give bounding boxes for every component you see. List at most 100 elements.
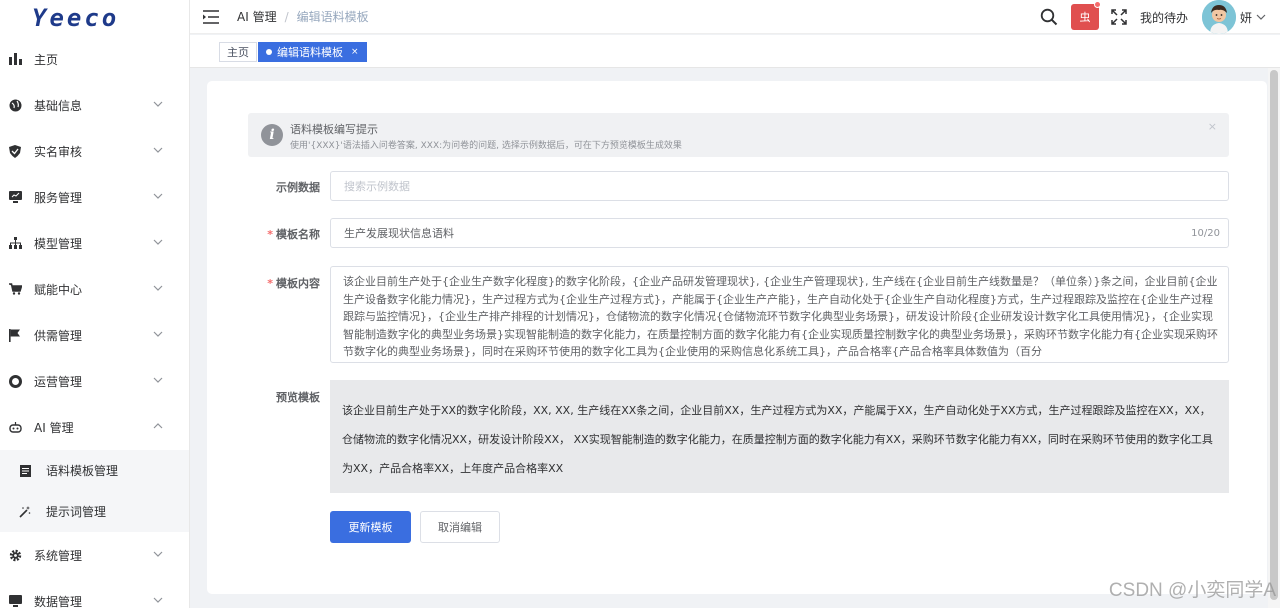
shield-icon	[8, 144, 22, 158]
sidebar-item-label: 系统管理	[34, 548, 83, 563]
placeholder-text: 搜索示例数据	[344, 180, 410, 193]
monitor-icon	[8, 190, 22, 204]
sidebar-item-ai[interactable]: AI 管理	[0, 404, 189, 450]
tag-label: 编辑语料模板	[277, 46, 343, 59]
cart-icon	[8, 282, 22, 296]
template-name-input[interactable]: 生产发展现状信息语料 10/20	[330, 218, 1229, 248]
example-data-search-input[interactable]: 搜索示例数据	[330, 171, 1229, 201]
sidebar-item-label: 主页	[34, 52, 59, 67]
flag-icon	[8, 328, 22, 342]
sidebar-item-label: 基础信息	[34, 98, 83, 113]
tag-edit-corpus-template[interactable]: 编辑语料模板 ×	[258, 42, 367, 62]
breadcrumb-separator: /	[284, 9, 289, 24]
page-scrollbar[interactable]	[1268, 68, 1280, 608]
tags-view: 主页 编辑语料模板 ×	[190, 35, 1280, 68]
sidebar-item-label: 服务管理	[34, 190, 83, 205]
required-mark: *	[267, 228, 273, 241]
label-text: 模板名称	[276, 228, 320, 241]
document-icon	[18, 464, 32, 478]
chevron-up-icon	[153, 423, 163, 429]
sidebar-item-home[interactable]: 主页	[0, 36, 189, 82]
search-icon[interactable]	[1040, 8, 1058, 26]
chevron-down-icon	[153, 193, 163, 199]
required-mark: *	[267, 277, 273, 290]
sidebar-subitem-corpus-template[interactable]: 语料模板管理	[0, 450, 189, 491]
sidebar: Yeeco 主页 基础信息 实名审核 服务管理 模型管理 赋能中心 供需管理 运…	[0, 0, 190, 608]
hierarchy-icon	[8, 236, 22, 250]
sidebar-item-model[interactable]: 模型管理	[0, 220, 189, 266]
magic-wand-icon	[18, 505, 32, 519]
info-icon: i	[261, 124, 283, 146]
sidebar-item-operation[interactable]: 运营管理	[0, 358, 189, 404]
username[interactable]: 妍	[1240, 9, 1252, 26]
input-value: 生产发展现状信息语料	[344, 227, 454, 240]
lifebuoy-icon	[8, 374, 22, 388]
chevron-down-icon	[153, 101, 163, 107]
sidebar-item-data[interactable]: 数据管理	[0, 578, 189, 608]
chevron-down-icon[interactable]	[1256, 12, 1266, 22]
my-todo-link[interactable]: 我的待办	[1140, 9, 1188, 26]
app-root: { "logo": {"text": "Yeeco"}, "sidebar": …	[0, 0, 1280, 608]
sidebar-item-label: 提示词管理	[46, 505, 107, 519]
watermark: CSDN @小奕同学A	[1108, 580, 1276, 601]
tag-label: 主页	[227, 46, 249, 59]
monitor-icon	[8, 594, 22, 608]
robot-icon	[8, 420, 22, 434]
chevron-down-icon	[153, 377, 163, 383]
update-template-button[interactable]: 更新模板	[330, 511, 411, 543]
fullscreen-icon[interactable]	[1111, 9, 1127, 25]
example-data-label: 示例数据	[240, 179, 320, 195]
tag-active-dot	[266, 49, 272, 55]
top-right-tools: 虫 我的待办 妍	[1040, 0, 1280, 34]
gear-icon	[8, 548, 22, 562]
preview-text: 该企业目前生产处于XX的数字化阶段，XX, XX, 生产线在XX条之间，企业目前…	[342, 404, 1213, 475]
sidebar-item-service[interactable]: 服务管理	[0, 174, 189, 220]
chevron-down-icon	[153, 239, 163, 245]
template-name-label: * 模板名称	[240, 226, 320, 242]
label-text: 预览模板	[276, 391, 320, 404]
sidebar-item-label: 模型管理	[34, 236, 83, 251]
close-icon[interactable]: ×	[1208, 120, 1217, 133]
cancel-edit-button[interactable]: 取消编辑	[420, 511, 500, 543]
label-text: 示例数据	[276, 181, 320, 194]
sidebar-subitem-prompts[interactable]: 提示词管理	[0, 491, 189, 532]
logo[interactable]: Yeeco	[0, 0, 189, 36]
top-navbar: AI 管理 / 编辑语料模板 虫 我的待办 妍	[190, 0, 1280, 34]
sidebar-item-label: 赋能中心	[34, 282, 83, 297]
breadcrumb-parent: AI 管理	[237, 10, 277, 24]
bar-chart-icon	[8, 52, 22, 66]
menu-fold-icon[interactable]	[203, 9, 219, 24]
bug-report-button[interactable]: 虫	[1070, 1, 1101, 30]
breadcrumb-current: 编辑语料模板	[296, 10, 369, 24]
chevron-down-icon	[153, 551, 163, 557]
sidebar-item-verification[interactable]: 实名审核	[0, 128, 189, 174]
scrollbar-thumb[interactable]	[1270, 70, 1278, 600]
label-text: 模板内容	[276, 277, 320, 290]
chevron-down-icon	[153, 147, 163, 153]
sidebar-item-label: 供需管理	[34, 328, 83, 343]
template-content-textarea[interactable]: 该企业目前生产处于{企业生产数字化程度}的数字化阶段，{企业产品研发管理现状},…	[330, 266, 1229, 363]
alert-description: 使用'{XXX}'语法插入问卷答案, XXX:为问卷的问题, 选择示例数据后，可…	[290, 141, 682, 151]
preview-template-label: 预览模板	[240, 389, 320, 405]
sidebar-item-label: 数据管理	[34, 594, 83, 608]
sidebar-item-label: AI 管理	[34, 420, 74, 435]
avatar[interactable]	[1201, 0, 1236, 34]
main-card: i 语料模板编写提示 使用'{XXX}'语法插入问卷答案, XXX:为问卷的问题…	[207, 81, 1267, 594]
alert-title: 语料模板编写提示	[290, 123, 378, 136]
sidebar-item-basic-info[interactable]: 基础信息	[0, 82, 189, 128]
breadcrumb: AI 管理 / 编辑语料模板	[237, 8, 369, 25]
template-content-label: * 模板内容	[240, 275, 320, 291]
sidebar-item-supply[interactable]: 供需管理	[0, 312, 189, 358]
tag-home[interactable]: 主页	[219, 42, 257, 62]
chevron-down-icon	[153, 331, 163, 337]
sidebar-item-system[interactable]: 系统管理	[0, 532, 189, 578]
logo-text: Yeeco	[32, 4, 120, 32]
bug-icon: 虫	[1079, 11, 1091, 24]
sidebar-item-empower[interactable]: 赋能中心	[0, 266, 189, 312]
info-alert: i 语料模板编写提示 使用'{XXX}'语法插入问卷答案, XXX:为问卷的问题…	[248, 113, 1229, 157]
chevron-down-icon	[153, 597, 163, 603]
close-icon[interactable]: ×	[351, 47, 359, 57]
sidebar-item-label: 语料模板管理	[46, 464, 119, 478]
globe-icon	[8, 98, 22, 112]
sidebar-item-label: 实名审核	[34, 144, 83, 159]
